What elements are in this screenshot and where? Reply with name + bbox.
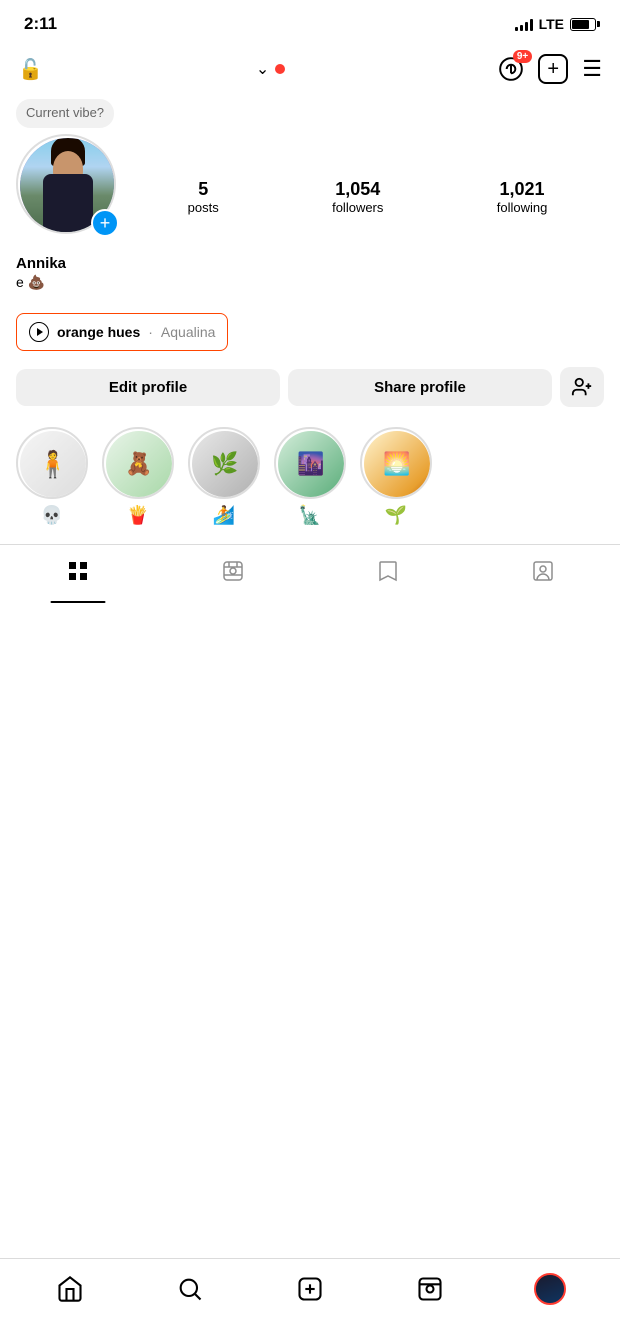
search-icon — [176, 1275, 204, 1303]
lock-icon: 🔓 — [18, 57, 43, 82]
highlight-emoji: 🌱 — [385, 505, 407, 526]
highlight-image: 🧸 — [106, 431, 172, 497]
profile-header-section: Current vibe? + 5 posts — [0, 124, 620, 603]
bottom-spacer — [0, 603, 620, 683]
followers-stat[interactable]: 1,054 followers — [332, 179, 383, 215]
battery-fill — [572, 20, 589, 29]
add-story-button[interactable]: + — [91, 209, 119, 237]
highlight-item[interactable]: 🧍 💀 — [16, 427, 88, 526]
nav-center[interactable]: ⌄ — [256, 59, 285, 79]
add-post-button[interactable]: + — [538, 54, 568, 84]
followers-label: followers — [332, 200, 383, 215]
tab-reels[interactable] — [155, 545, 310, 603]
dropdown-arrow-icon: ⌄ — [256, 59, 269, 79]
battery-icon — [570, 18, 596, 31]
reels-icon — [221, 559, 245, 589]
add-friend-icon — [571, 376, 593, 398]
lte-label: LTE — [539, 16, 564, 32]
play-icon — [29, 322, 49, 342]
highlight-ring: 🌆 — [274, 427, 346, 499]
nav-right: 9+ + ☰ — [498, 54, 602, 84]
music-title: orange hues — [57, 324, 140, 340]
status-icons: LTE — [515, 16, 596, 32]
following-label: following — [497, 200, 548, 215]
reels-nav-icon — [416, 1275, 444, 1303]
nav-search-button[interactable] — [165, 1269, 215, 1309]
nav-profile-avatar — [534, 1273, 566, 1305]
share-profile-button[interactable]: Share profile — [288, 369, 552, 406]
bottom-nav — [0, 1258, 620, 1329]
add-friend-button[interactable] — [560, 367, 604, 407]
highlight-image: 🌅 — [364, 431, 430, 497]
nav-add-button[interactable] — [285, 1269, 335, 1309]
bio-section: Annika e 💩 — [0, 251, 620, 307]
add-icon — [296, 1275, 324, 1303]
top-nav: 🔓 ⌄ 9+ + ☰ — [0, 44, 620, 94]
tab-tagged[interactable] — [465, 545, 620, 603]
followers-count: 1,054 — [332, 179, 383, 200]
highlight-item[interactable]: 🌅 🌱 — [360, 427, 432, 526]
highlight-emoji: 🗽 — [299, 505, 321, 526]
posts-stat[interactable]: 5 posts — [188, 179, 219, 215]
bio-text: e 💩 — [16, 274, 604, 291]
music-banner[interactable]: orange hues · Aqualina — [16, 313, 228, 351]
avatar-container: Current vibe? + — [16, 134, 121, 239]
threads-badge: 9+ — [513, 50, 532, 63]
posts-label: posts — [188, 200, 219, 215]
status-bar: 2:11 LTE — [0, 0, 620, 44]
highlight-item[interactable]: 🌿 🏄 — [188, 427, 260, 526]
tagged-icon — [531, 559, 555, 589]
highlight-item[interactable]: 🌆 🗽 — [274, 427, 346, 526]
highlight-item[interactable]: 🧸 🍟 — [102, 427, 174, 526]
nav-profile-button[interactable] — [525, 1269, 575, 1309]
posts-count: 5 — [188, 179, 219, 200]
music-artist: Aqualina — [161, 324, 216, 340]
highlight-image: 🌿 — [192, 431, 258, 497]
action-buttons: Edit profile Share profile — [0, 357, 620, 417]
live-dot-indicator — [275, 64, 285, 74]
following-stat[interactable]: 1,021 following — [497, 179, 548, 215]
home-icon — [56, 1275, 84, 1303]
highlight-emoji: 🏄 — [213, 505, 235, 526]
highlight-emoji: 💀 — [41, 505, 63, 526]
highlight-image: 🧍 — [20, 431, 86, 497]
following-count: 1,021 — [497, 179, 548, 200]
tab-grid[interactable] — [0, 545, 155, 603]
highlight-ring: 🌅 — [360, 427, 432, 499]
threads-button[interactable]: 9+ — [498, 56, 524, 82]
menu-icon[interactable]: ☰ — [582, 56, 602, 82]
profile-stats: 5 posts 1,054 followers 1,021 following — [131, 159, 604, 215]
highlight-emoji: 🍟 — [127, 505, 149, 526]
profile-header: Current vibe? + 5 posts — [0, 124, 620, 251]
tab-saved[interactable] — [310, 545, 465, 603]
bookmark-icon — [376, 559, 400, 589]
nav-left: 🔓 — [18, 57, 43, 82]
edit-profile-button[interactable]: Edit profile — [16, 369, 280, 406]
nav-reels-button[interactable] — [405, 1269, 455, 1309]
music-divider: · — [148, 324, 153, 340]
current-vibe-bubble: Current vibe? — [16, 99, 114, 128]
content-tab-bar — [0, 544, 620, 603]
highlight-ring: 🧸 — [102, 427, 174, 499]
nav-home-button[interactable] — [45, 1269, 95, 1309]
signal-bars-icon — [515, 17, 533, 31]
highlights-section: 🧍 💀 🧸 🍟 🌿 🏄 — [0, 417, 620, 540]
highlight-image: 🌆 — [278, 431, 344, 497]
status-time: 2:11 — [24, 14, 57, 34]
username: Annika — [16, 255, 604, 272]
highlight-ring: 🌿 — [188, 427, 260, 499]
grid-icon — [66, 559, 90, 589]
highlight-ring: 🧍 — [16, 427, 88, 499]
